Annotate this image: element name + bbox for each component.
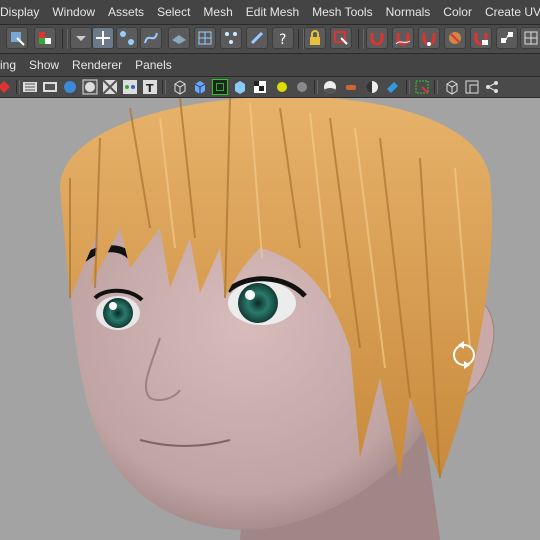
toolbar-separator [406,80,410,94]
help-icon[interactable]: ? [272,27,294,49]
live-object-icon[interactable] [470,27,492,49]
resolution-gate-icon[interactable] [62,79,78,95]
toolbar-separator [16,80,20,94]
panel-menu-panels[interactable]: Panels [129,58,179,72]
toolbar-separator [162,80,166,94]
menu-edit-mesh[interactable]: Edit Mesh [240,0,306,24]
menu-select[interactable]: Select [151,0,197,24]
panel-menu-show[interactable]: Show [23,58,66,72]
menu-assets[interactable]: Assets [102,0,151,24]
menu-mesh-tools[interactable]: Mesh Tools [306,0,379,24]
camera-lock-icon[interactable] [22,79,38,95]
grid-icon[interactable] [102,79,118,95]
magnet-icon[interactable] [366,27,388,49]
curve-magnet-icon[interactable] [392,27,414,49]
menu-normals[interactable]: Normals [380,0,438,24]
grid-snap-icon[interactable] [194,27,216,49]
paint-select-icon[interactable] [34,27,56,49]
left-eye-highlight [109,302,117,310]
paint-icon[interactable] [246,27,268,49]
snap-icon[interactable] [116,27,138,49]
menu-color[interactable]: Color [437,0,479,24]
motion-blur-icon[interactable] [322,79,338,95]
main-menubar: Display Window Assets Select Mesh Edit Mesh Me… [0,0,540,25]
toolbar-separator [62,29,68,49]
left-eye [103,298,133,328]
lighting-icon[interactable] [252,79,268,95]
panel-menu-renderer[interactable]: Renderer [66,58,129,72]
film-gate-icon[interactable] [42,79,58,95]
curve-icon[interactable] [140,27,162,49]
menu-window[interactable]: Window [46,0,102,24]
lock-icon[interactable] [304,27,326,49]
menu-mesh[interactable]: Mesh [197,0,239,24]
right-eye [238,283,278,323]
menu-display[interactable]: Display [0,0,46,24]
panel-toolbar: T [0,77,540,98]
vertex-snap-icon[interactable] [220,27,242,49]
shadow-icon[interactable] [274,79,290,95]
svg-text:T: T [146,82,154,95]
select-camera-icon[interactable] [414,79,430,95]
wireframe-on-shaded-icon[interactable] [212,79,228,95]
ambient-occlusion-icon[interactable] [294,79,310,95]
grid-display-icon[interactable] [520,27,540,49]
text-icon[interactable]: T [142,79,158,95]
panel-menu-ing[interactable]: ing [0,58,23,72]
select-tool-icon[interactable] [6,27,28,49]
point-magnet-icon[interactable] [418,27,440,49]
share-icon[interactable] [484,79,500,95]
toolbar-separator [434,80,438,94]
isolate-icon[interactable] [122,79,138,95]
textured-icon[interactable] [232,79,248,95]
menu-arrow-icon[interactable] [70,27,92,49]
character-render [60,98,495,540]
toolbar-separator [358,29,364,49]
keyframe-icon[interactable] [0,79,12,95]
depth-icon[interactable] [384,79,400,95]
3d-viewport[interactable] [0,98,540,540]
xray-icon[interactable] [364,79,380,95]
plane-icon[interactable] [168,27,190,49]
two-panel-icon[interactable] [444,79,460,95]
menu-create-uvs[interactable]: Create UVs [479,0,540,24]
panel-menubar: ing Show Renderer Panels [0,54,540,77]
split-view-icon[interactable] [464,79,480,95]
wireframe-cube-icon[interactable] [172,79,188,95]
surface-magnet-icon[interactable] [444,27,466,49]
anti-alias-icon[interactable] [344,79,360,95]
move-tool-icon[interactable] [92,27,114,49]
circle-gate-icon[interactable] [82,79,98,95]
shelf-toolbar: ? [0,25,540,54]
right-eye-highlight [245,290,255,300]
selection-mask-icon[interactable] [330,27,352,49]
svg-text:?: ? [279,32,286,47]
smooth-shade-icon[interactable] [192,79,208,95]
cluster-icon[interactable] [496,27,518,49]
toolbar-separator [314,80,318,94]
